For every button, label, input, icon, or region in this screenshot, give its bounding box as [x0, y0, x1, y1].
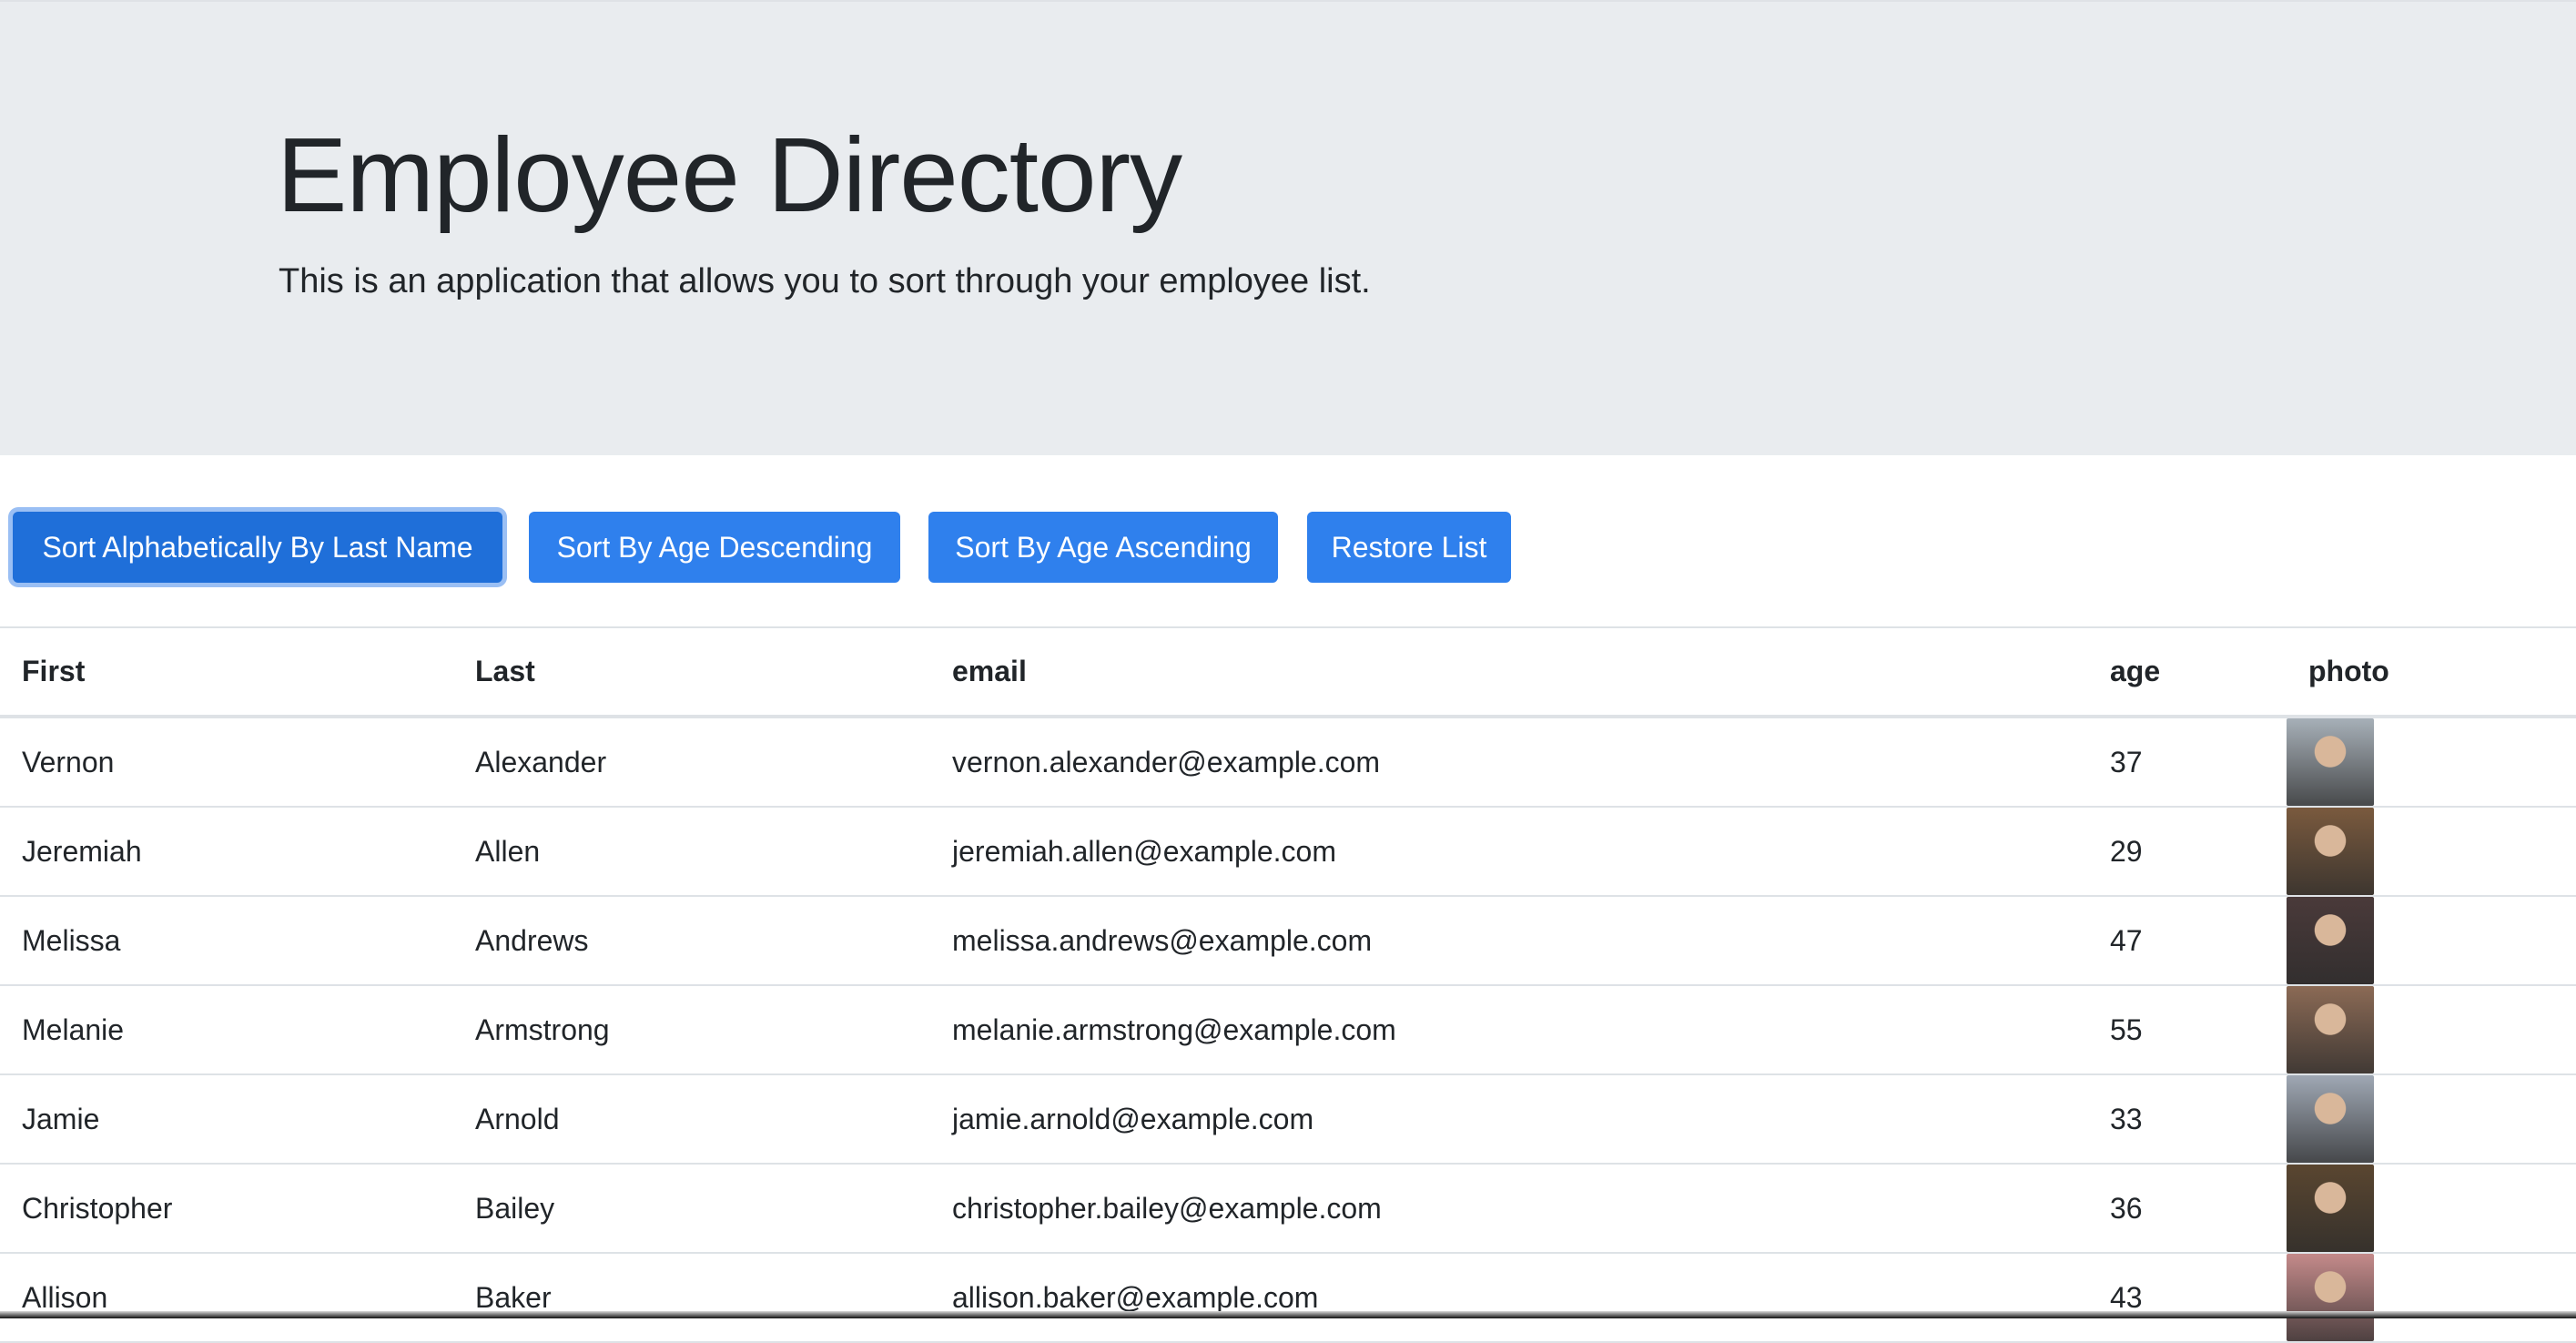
table-row: Allison Baker allison.baker@example.com 43	[0, 1253, 2576, 1342]
cell-age: 33	[2110, 1102, 2143, 1135]
table-row: Jamie Arnold jamie.arnold@example.com 33	[0, 1074, 2576, 1164]
cell-photo	[2287, 1164, 2576, 1253]
table-row: Jeremiah Allen jeremiah.allen@example.com 2…	[0, 807, 2576, 896]
employee-table-container: First Last email age photo Vernon Alexand…	[0, 626, 2576, 1343]
cell-email: melissa.andrews@example.com	[952, 923, 1373, 957]
cell-email: vernon.alexander@example.com	[952, 745, 1381, 778]
table-row: Vernon Alexander vernon.alexander@example.…	[0, 717, 2576, 807]
cell-last-name: Alexander	[475, 745, 607, 778]
cell-first-name: Christopher	[22, 1191, 173, 1225]
cell-first-name: Allison	[22, 1280, 108, 1314]
cell-age: 43	[2110, 1280, 2143, 1314]
avatar	[2287, 1254, 2374, 1341]
cell-email: melanie.armstrong@example.com	[952, 1012, 1396, 1046]
page-title: Employee Directory	[277, 116, 1182, 234]
sort-last-name-button[interactable]: Sort Alphabetically By Last Name	[13, 512, 502, 583]
cell-photo	[2287, 896, 2576, 985]
cell-last-name: Arnold	[475, 1102, 560, 1135]
column-header-first[interactable]: First	[0, 627, 453, 717]
cell-last-name: Allen	[475, 834, 541, 868]
cell-email: christopher.bailey@example.com	[952, 1191, 1382, 1225]
employee-table: First Last email age photo Vernon Alexand…	[0, 626, 2576, 1343]
avatar	[2287, 986, 2374, 1073]
cell-last-name: Andrews	[475, 923, 589, 957]
cell-photo	[2287, 1074, 2576, 1164]
cell-first-name: Melissa	[22, 923, 121, 957]
avatar	[2287, 1075, 2374, 1163]
cell-first-name: Jeremiah	[22, 834, 142, 868]
cell-email: jeremiah.allen@example.com	[952, 834, 1336, 868]
jumbotron-header: Employee Directory This is an applicatio…	[0, 0, 2576, 455]
avatar	[2287, 1165, 2374, 1252]
column-header-age[interactable]: age	[2088, 627, 2287, 717]
cell-photo	[2287, 985, 2576, 1074]
cell-email: jamie.arnold@example.com	[952, 1102, 1314, 1135]
column-header-email[interactable]: email	[930, 627, 2088, 717]
avatar	[2287, 718, 2374, 806]
table-row: Melissa Andrews melissa.andrews@example.co…	[0, 896, 2576, 985]
avatar	[2287, 897, 2374, 984]
cell-age: 47	[2110, 923, 2143, 957]
cell-age: 29	[2110, 834, 2143, 868]
cell-first-name: Melanie	[22, 1012, 125, 1046]
cell-last-name: Bailey	[475, 1191, 555, 1225]
table-row: Christopher Bailey christopher.bailey@exam…	[0, 1164, 2576, 1253]
column-header-last[interactable]: Last	[453, 627, 930, 717]
cell-age: 55	[2110, 1012, 2143, 1046]
table-row: Melanie Armstrong melanie.armstrong@exampl…	[0, 985, 2576, 1074]
cell-last-name: Baker	[475, 1280, 552, 1314]
cell-photo	[2287, 717, 2576, 807]
page-subtitle: This is an application that allows you t…	[279, 262, 1371, 300]
table-header-row: First Last email age photo	[0, 627, 2576, 717]
sort-toolbar: Sort Alphabetically By Last Name Sort By…	[0, 512, 2576, 583]
avatar	[2287, 808, 2374, 895]
table-body: Vernon Alexander vernon.alexander@example.…	[0, 717, 2576, 1342]
sort-age-ascending-button[interactable]: Sort By Age Ascending	[928, 512, 1278, 583]
cell-last-name: Armstrong	[475, 1012, 610, 1046]
cell-age: 36	[2110, 1191, 2143, 1225]
restore-list-button[interactable]: Restore List	[1307, 512, 1511, 583]
cell-first-name: Vernon	[22, 745, 115, 778]
cell-photo	[2287, 807, 2576, 896]
cell-email: allison.baker@example.com	[952, 1280, 1319, 1314]
column-header-photo[interactable]: photo	[2287, 627, 2576, 717]
cell-photo	[2287, 1253, 2576, 1342]
cell-first-name: Jamie	[22, 1102, 100, 1135]
cell-age: 37	[2110, 745, 2143, 778]
sort-age-descending-button[interactable]: Sort By Age Descending	[529, 512, 900, 583]
window-bottom-edge	[0, 1311, 2576, 1318]
